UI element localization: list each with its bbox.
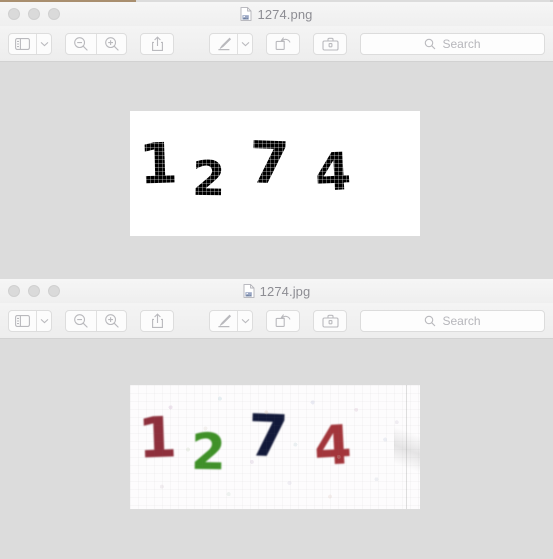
chevron-down-icon[interactable]: [36, 33, 51, 54]
digit-7: 7: [246, 401, 290, 471]
search-placeholder: Search: [442, 313, 481, 328]
chevron-down-icon[interactable]: [237, 310, 252, 331]
rotate-left-button[interactable]: [266, 309, 300, 332]
minimize-button[interactable]: [28, 8, 40, 20]
close-button[interactable]: [8, 285, 20, 297]
digit-1: 1: [136, 405, 179, 472]
image-content-area-png: 1 2 7 4: [0, 62, 553, 279]
preview-window-png[interactable]: 1274.png Search 1 2 7 4: [0, 2, 553, 279]
markup-control-png[interactable]: [209, 32, 253, 55]
window-title-png: 1274.png: [257, 6, 313, 22]
digit-group-png: 1 2 7 4: [130, 111, 420, 236]
image-canvas-png[interactable]: 1 2 7 4: [130, 111, 420, 236]
search-placeholder: Search: [442, 36, 481, 51]
share-button[interactable]: [140, 32, 174, 55]
desktop: 1274.png Search 1 2 7 4 1274.jpg Search …: [0, 0, 553, 559]
zoom-in-button[interactable]: [96, 310, 126, 331]
traffic-lights-png: [0, 8, 60, 20]
digit-2: 2: [191, 150, 226, 208]
zoom-in-button[interactable]: [96, 33, 126, 54]
digit-7: 7: [247, 128, 291, 198]
share-button[interactable]: [140, 309, 174, 332]
search-icon: [424, 315, 436, 327]
markup-control-jpg[interactable]: [209, 309, 253, 332]
digit-4: 4: [312, 413, 354, 478]
traffic-lights-jpg: [0, 285, 60, 297]
zoom-button[interactable]: [48, 8, 60, 20]
markup-pen-button[interactable]: [210, 311, 237, 331]
zoom-out-button[interactable]: [66, 34, 96, 54]
digit-4: 4: [313, 142, 353, 204]
title-wrap-png: 1274.png: [0, 7, 553, 22]
zoom-out-button[interactable]: [66, 311, 96, 331]
sidebar-toggle-button[interactable]: [9, 34, 36, 54]
sidebar-control-png[interactable]: [8, 32, 52, 55]
rotate-left-button[interactable]: [266, 32, 300, 55]
toolkit-button[interactable]: [313, 32, 347, 55]
titlebar-png[interactable]: 1274.png: [0, 2, 553, 26]
toolbar-jpg[interactable]: Search: [0, 303, 553, 339]
preview-window-jpg[interactable]: 1274.jpg Search 1 2 7 4: [0, 279, 553, 559]
image-document-icon: [240, 7, 252, 21]
toolkit-button[interactable]: [313, 309, 347, 332]
close-button[interactable]: [8, 8, 20, 20]
titlebar-jpg[interactable]: 1274.jpg: [0, 279, 553, 303]
markup-pen-button[interactable]: [210, 34, 237, 54]
zoom-controls-jpg[interactable]: [65, 309, 127, 332]
digit-group-jpg: 1 2 7 4: [130, 385, 420, 509]
sidebar-toggle-button[interactable]: [9, 311, 36, 331]
chevron-down-icon[interactable]: [36, 310, 51, 331]
search-icon: [424, 38, 436, 50]
search-input[interactable]: Search: [360, 32, 545, 55]
chevron-down-icon[interactable]: [237, 33, 252, 54]
digit-1: 1: [137, 131, 180, 198]
toolbar-png[interactable]: Search: [0, 26, 553, 62]
digit-2: 2: [190, 422, 227, 482]
minimize-button[interactable]: [28, 285, 40, 297]
image-content-area-jpg: 1 2 7 4: [0, 339, 553, 559]
window-title-jpg: 1274.jpg: [259, 283, 311, 299]
title-wrap-jpg: 1274.jpg: [0, 284, 553, 299]
image-document-icon: [243, 284, 255, 298]
search-input[interactable]: Search: [360, 309, 545, 332]
sidebar-control-jpg[interactable]: [8, 309, 52, 332]
zoom-controls-png[interactable]: [65, 32, 127, 55]
zoom-button[interactable]: [48, 285, 60, 297]
image-canvas-jpg[interactable]: 1 2 7 4: [130, 385, 420, 509]
